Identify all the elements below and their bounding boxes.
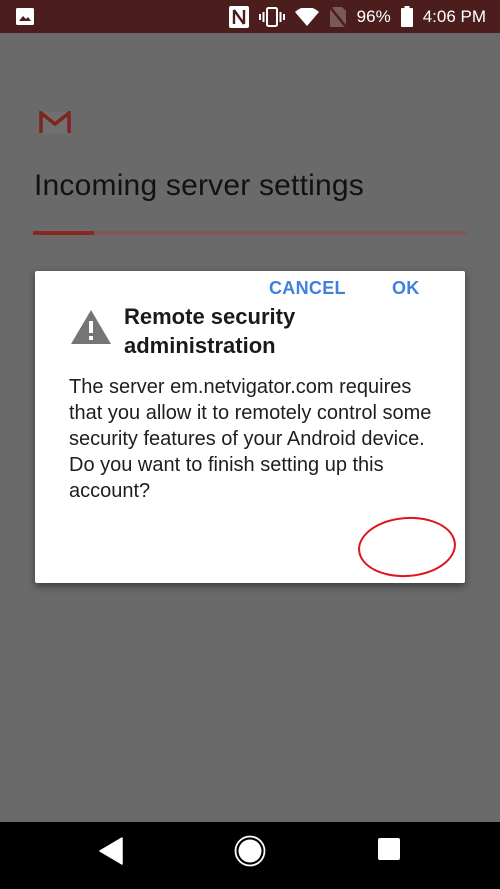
image-icon	[16, 8, 34, 25]
status-icons: 96% 4:06 PM	[228, 0, 486, 33]
vibrate-icon	[258, 6, 285, 27]
navigation-bar	[0, 822, 500, 889]
no-sim-icon	[328, 5, 347, 28]
battery-icon	[400, 6, 413, 27]
clock: 4:06 PM	[422, 6, 486, 26]
back-icon[interactable]	[99, 837, 123, 870]
warning-icon	[70, 309, 112, 350]
ok-highlight-annotation	[356, 513, 458, 581]
wifi-icon	[294, 7, 319, 26]
dialog-message: The server em.netvigator.com requires th…	[69, 376, 432, 502]
cancel-button[interactable]: CANCEL	[269, 278, 346, 299]
setup-progress-fill	[33, 231, 94, 235]
recents-icon[interactable]	[378, 838, 400, 865]
setup-progress-bar	[33, 231, 467, 235]
remote-security-dialog: Remote security administration The serve…	[35, 271, 465, 583]
page-title: Incoming server settings	[34, 169, 364, 202]
battery-percent: 96%	[356, 6, 391, 26]
gmail-icon	[38, 109, 72, 140]
dialog-title: Remote security administration	[124, 304, 296, 358]
status-bar: 96% 4:06 PM	[0, 0, 500, 33]
home-icon[interactable]	[234, 835, 266, 872]
nfc-icon	[228, 5, 249, 28]
ok-button[interactable]: OK	[392, 278, 420, 299]
